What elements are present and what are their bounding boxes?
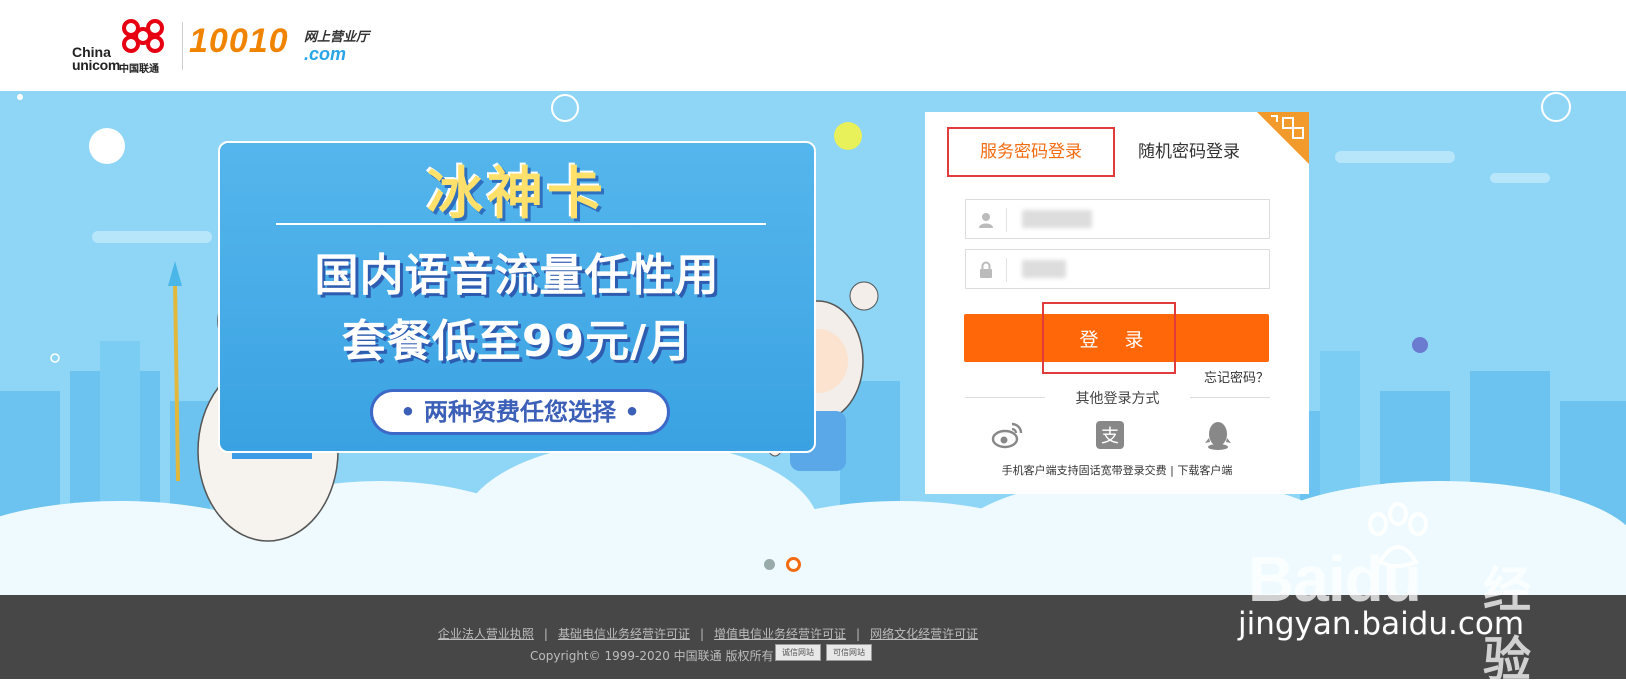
promo-pill: • 两种资费任您选择 •: [370, 389, 670, 435]
forgot-password-link[interactable]: 忘记密码？: [1204, 367, 1269, 386]
svg-text:支: 支: [1101, 426, 1119, 447]
login-panel: 服务密码登录 随机密码登录 登 录 忘记密码？ 其他登录方式 支 手机客户端支持…: [925, 112, 1309, 494]
tab-random-password[interactable]: 随机密码登录: [1119, 127, 1259, 177]
qq-icon[interactable]: [1201, 418, 1235, 452]
tab-service-password[interactable]: 服务密码登录: [947, 127, 1115, 177]
promo-divider: [276, 223, 766, 225]
corner-pattern-icon: [1257, 112, 1309, 164]
user-icon: [979, 213, 993, 228]
logo-10010: 10010: [189, 22, 289, 60]
promo-headline-1: 国内语音流量任性用: [314, 250, 720, 301]
client-support-text: 手机客户端支持固话宽带登录交费: [1001, 464, 1167, 477]
footer-separator: |: [699, 627, 705, 641]
carousel-dot-2-active[interactable]: [786, 557, 801, 572]
logo-divider: [182, 22, 183, 70]
watermark-du: du: [1344, 543, 1422, 615]
trusted-site-badge-1[interactable]: 诚信网站: [775, 644, 821, 661]
footer-link-network-culture[interactable]: 网络文化经营许可证: [870, 627, 978, 641]
footer-link-business-license[interactable]: 企业法人营业执照: [438, 627, 534, 641]
trusted-site-badge-2[interactable]: 可信网站: [826, 644, 872, 661]
baidu-jingyan-watermark: Baidu 经验 jingyan.baidu.com: [1238, 502, 1538, 688]
alipay-icon[interactable]: 支: [1093, 418, 1127, 452]
logo-unicom-text: unicom: [72, 57, 120, 73]
weibo-icon[interactable]: [990, 418, 1024, 452]
watermark-url: jingyan.baidu.com: [1238, 606, 1525, 642]
other-login-divider: 其他登录方式: [965, 388, 1270, 408]
watermark-baidu-text: Baidu: [1248, 542, 1422, 616]
lock-icon: [980, 261, 992, 278]
site-header: China unicom 中国联通 10010 网上营业厅 .com: [0, 0, 1626, 91]
field-divider: [1006, 258, 1007, 282]
foot-separator: |: [1166, 464, 1178, 477]
logo-com-text: .com: [304, 44, 347, 64]
username-field[interactable]: [965, 199, 1270, 239]
copyright-text: Copyright© 1999-2020 中国联通 版权所有: [530, 649, 774, 663]
footer-separator: |: [856, 627, 861, 641]
footer-link-basic-telecom[interactable]: 基础电信业务经营许可证: [558, 627, 690, 641]
footer-links: 企业法人营业执照 | 基础电信业务经营许可证 | 增值电信业务经营许可证 | 网络文化经营许…: [0, 625, 1416, 642]
unicom-knot-icon: [122, 19, 164, 53]
promo-panel[interactable]: 冰神卡 国内语音流量任性用 套餐低至99元/月 • 两种资费任您选择 •: [218, 141, 816, 453]
logo-cn-text: 中国联通: [119, 64, 159, 75]
login-button-highlight: [1042, 302, 1176, 374]
password-field[interactable]: [965, 249, 1270, 289]
password-input[interactable]: [1014, 256, 1264, 284]
china-unicom-logo[interactable]: China unicom 中国联通 10010 网上营业厅 .com: [72, 16, 372, 75]
username-input[interactable]: [1014, 206, 1264, 234]
footer-separator: |: [543, 627, 548, 641]
field-divider: [1006, 208, 1007, 232]
footer-link-value-added-telecom[interactable]: 增值电信业务经营许可证: [714, 627, 846, 641]
other-login-label: 其他登录方式: [1075, 391, 1160, 407]
divider-line-right: [1190, 397, 1270, 398]
watermark-bai: Bai: [1248, 543, 1346, 615]
promo-title: 冰神卡: [427, 162, 607, 227]
download-client-link[interactable]: 下载客户端: [1177, 464, 1232, 477]
carousel-dot-1[interactable]: [764, 559, 775, 570]
logo-hall-text: 网上营业厅: [304, 30, 370, 45]
promo-headline-2: 套餐低至99元/月: [341, 316, 693, 367]
client-download-line: 手机客户端支持固话宽带登录交费 | 下载客户端: [925, 462, 1309, 478]
